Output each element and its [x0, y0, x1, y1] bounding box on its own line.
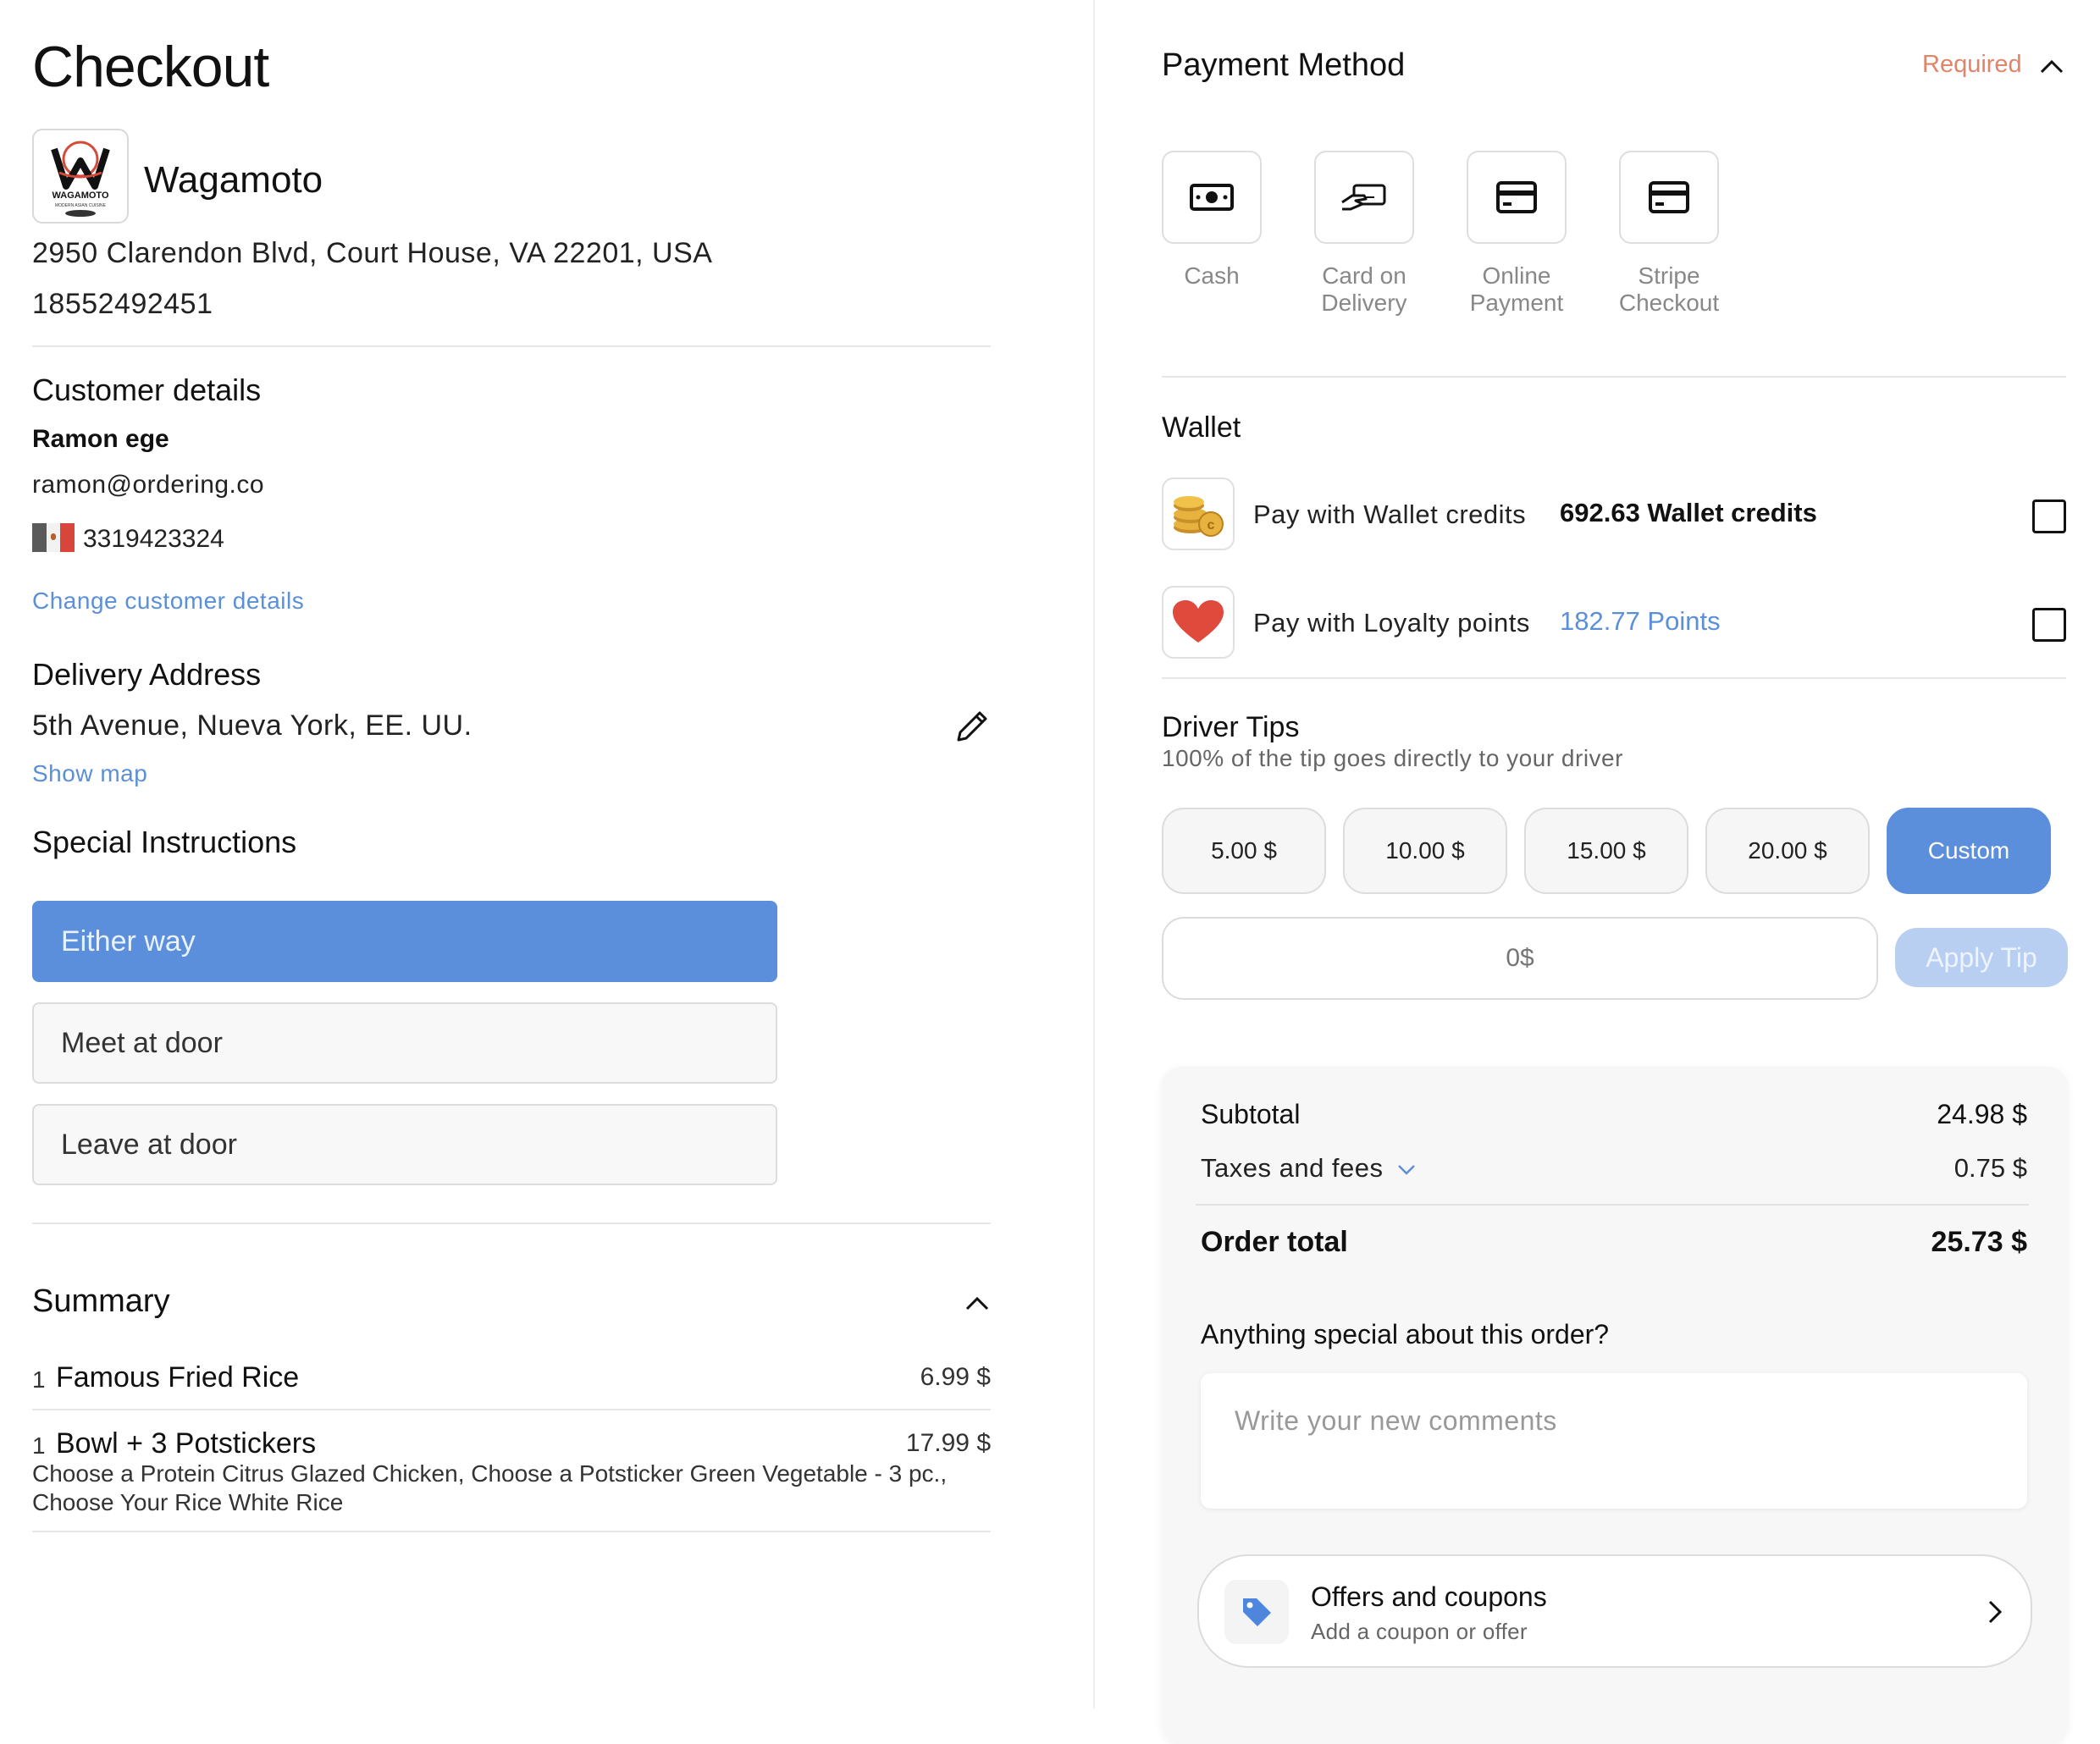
business-logo: WAGAMOTO MODERN ASIAN CUISINE	[32, 129, 129, 224]
order-total-label: Order total	[1201, 1226, 1348, 1258]
section-divider	[1162, 677, 2066, 679]
customer-details-heading: Customer details	[32, 373, 262, 407]
required-label: Required	[1922, 51, 2022, 78]
delivery-address: 5th Avenue, Nueva York, EE. UU.	[32, 709, 472, 742]
taxes-fees-value: 0.75 $	[1954, 1153, 2027, 1183]
customer-email: ramon@ordering.co	[32, 471, 265, 499]
cash-icon	[1190, 184, 1234, 211]
chevron-right-icon	[1983, 1598, 2007, 1625]
payment-cash-label: Cash	[1184, 262, 1240, 289]
panel-divider	[1093, 0, 1095, 1708]
loyalty-points-value: 182.77 Points	[1560, 606, 1721, 636]
subtotal-value: 24.98 $	[1937, 1099, 2027, 1129]
svg-text:c: c	[1208, 518, 1215, 533]
wallet-heading: Wallet	[1162, 411, 1241, 444]
subtotal-label: Subtotal	[1201, 1099, 1301, 1129]
payment-stripe-tile[interactable]	[1619, 151, 1719, 244]
show-map-link[interactable]: Show map	[32, 760, 147, 787]
item-quantity: 1	[32, 1432, 46, 1459]
instruction-either-way-button[interactable]: Either way	[32, 901, 777, 982]
section-divider	[32, 1222, 991, 1224]
credit-card-icon	[1649, 181, 1689, 213]
payment-method-heading: Payment Method	[1162, 47, 1406, 83]
customer-phone: 3319423324	[83, 525, 224, 553]
card-on-delivery-icon	[1341, 184, 1386, 211]
instruction-leave-at-door-button[interactable]: Leave at door	[32, 1104, 777, 1185]
payment-card-on-delivery-label: Card on Delivery	[1321, 262, 1407, 316]
tip-15-button[interactable]: 15.00 $	[1524, 808, 1688, 894]
section-divider	[1162, 376, 2066, 378]
tip-20-button[interactable]: 20.00 $	[1705, 808, 1870, 894]
tip-5-button[interactable]: 5.00 $	[1162, 808, 1326, 894]
wallet-credits-value: 692.63 Wallet credits	[1560, 498, 1817, 527]
payment-online-tile[interactable]	[1467, 151, 1567, 244]
payment-card-on-delivery-tile[interactable]	[1314, 151, 1414, 244]
item-name[interactable]: Bowl + 3 Potstickers	[56, 1427, 316, 1460]
taxes-fees-label[interactable]: Taxes and fees	[1201, 1153, 1384, 1184]
mexico-flag-icon	[32, 523, 75, 552]
change-customer-details-link[interactable]: Change customer details	[32, 588, 304, 615]
business-name: Wagamoto	[144, 159, 323, 201]
driver-tips-subtitle: 100% of the tip goes directly to your dr…	[1162, 745, 1623, 771]
tip-custom-button[interactable]: Custom	[1887, 808, 2051, 894]
loyalty-points-label: Pay with Loyalty points	[1253, 608, 1530, 637]
tag-icon	[1224, 1580, 1289, 1644]
wallet-credits-checkbox[interactable]	[2032, 499, 2066, 533]
chevron-up-icon[interactable]	[2037, 52, 2066, 81]
comments-textarea[interactable]: Write your new comments	[1201, 1373, 2027, 1509]
order-total-value: 25.73 $	[1931, 1226, 2027, 1258]
item-divider	[32, 1531, 991, 1532]
logo-subtext: MODERN ASIAN CUISINE	[55, 203, 107, 208]
special-instructions-heading: Special Instructions	[32, 825, 297, 859]
offers-subtitle: Add a coupon or offer	[1311, 1619, 1528, 1644]
item-name[interactable]: Famous Fried Rice	[56, 1361, 299, 1394]
special-order-question: Anything special about this order?	[1201, 1319, 1610, 1349]
edit-pencil-icon[interactable]	[952, 706, 992, 747]
wallet-credits-label: Pay with Wallet credits	[1253, 499, 1527, 529]
credit-card-icon	[1496, 181, 1537, 213]
payment-cash-tile[interactable]	[1162, 151, 1262, 244]
apply-tip-button[interactable]: Apply Tip	[1895, 928, 2068, 987]
totals-divider	[1196, 1204, 2029, 1206]
custom-tip-input[interactable]	[1162, 917, 1878, 1000]
item-price: 6.99 $	[920, 1363, 991, 1391]
item-quantity: 1	[32, 1366, 46, 1393]
delivery-address-heading: Delivery Address	[32, 657, 262, 692]
item-options: Choose a Protein Citrus Glazed Chicken, …	[32, 1460, 948, 1515]
tip-10-button[interactable]: 10.00 $	[1343, 808, 1507, 894]
offers-title: Offers and coupons	[1311, 1581, 1547, 1612]
business-address: 2950 Clarendon Blvd, Court House, VA 222…	[32, 237, 713, 269]
chevron-up-icon[interactable]	[962, 1289, 992, 1319]
driver-tips-heading: Driver Tips	[1162, 711, 1300, 743]
offers-coupons-button[interactable]: Offers and coupons Add a coupon or offer	[1197, 1554, 2032, 1668]
loyalty-points-checkbox[interactable]	[2032, 608, 2066, 642]
item-price: 17.99 $	[905, 1429, 991, 1457]
summary-heading: Summary	[32, 1283, 170, 1319]
payment-online-label: Online Payment	[1469, 262, 1564, 316]
coins-icon: c	[1162, 477, 1235, 550]
section-divider	[32, 345, 991, 347]
instruction-meet-at-door-button[interactable]: Meet at door	[32, 1002, 777, 1084]
business-phone: 18552492451	[32, 288, 213, 320]
logo-text: WAGAMOTO	[52, 190, 108, 201]
customer-name: Ramon ege	[32, 425, 169, 453]
chevron-down-icon[interactable]	[1395, 1158, 1418, 1180]
item-divider	[32, 1409, 991, 1410]
page-title: Checkout	[32, 35, 269, 99]
heart-icon	[1162, 586, 1235, 659]
payment-stripe-label: Stripe Checkout	[1618, 262, 1720, 316]
